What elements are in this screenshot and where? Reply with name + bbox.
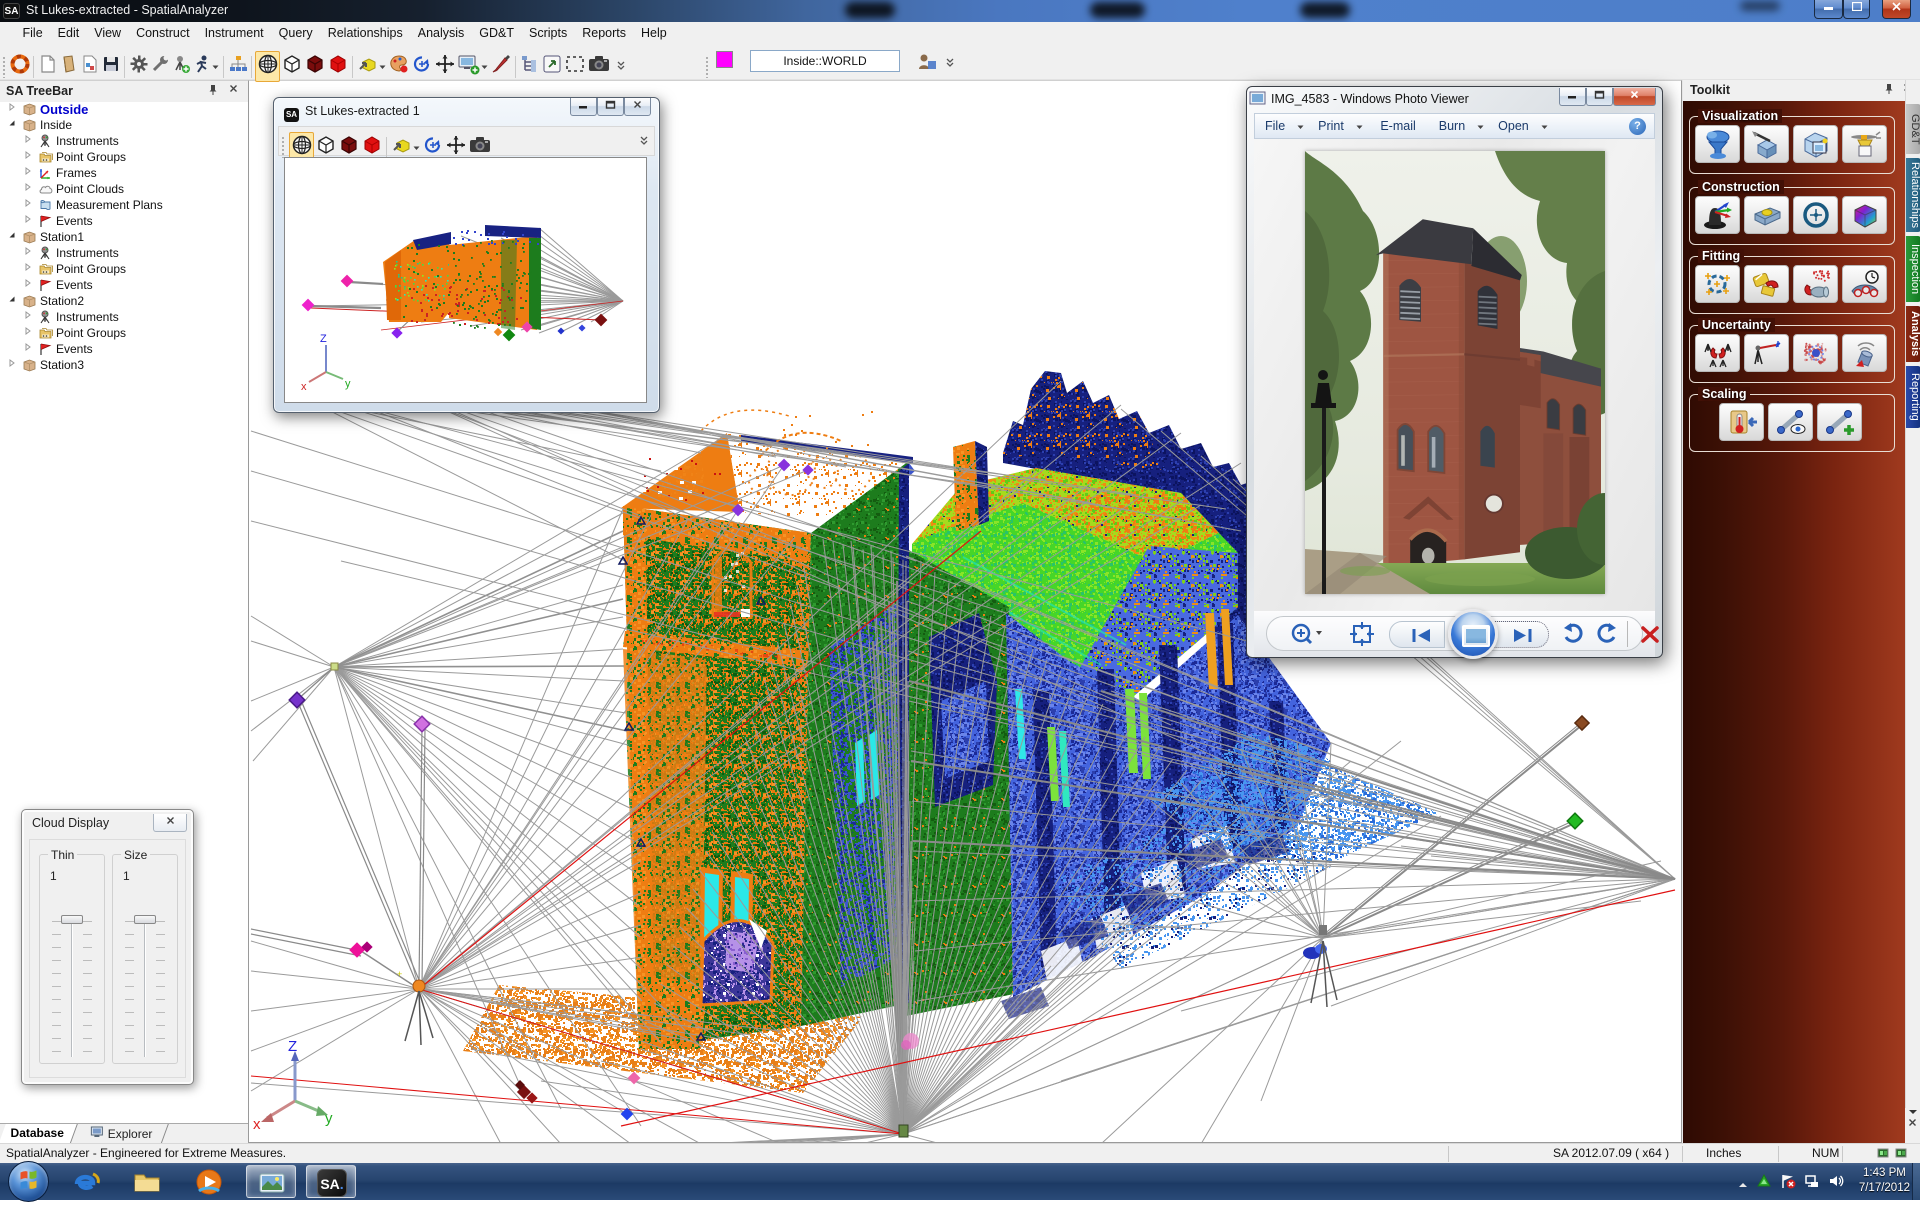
svg-text:x: x (301, 381, 307, 393)
svg-text:Z: Z (320, 333, 327, 345)
svg-text:y: y (345, 378, 351, 390)
svg-text:x: x (253, 1116, 261, 1133)
svg-text:+: + (397, 969, 402, 979)
svg-text:Z: Z (288, 1038, 297, 1055)
svg-text:y: y (325, 1110, 333, 1127)
